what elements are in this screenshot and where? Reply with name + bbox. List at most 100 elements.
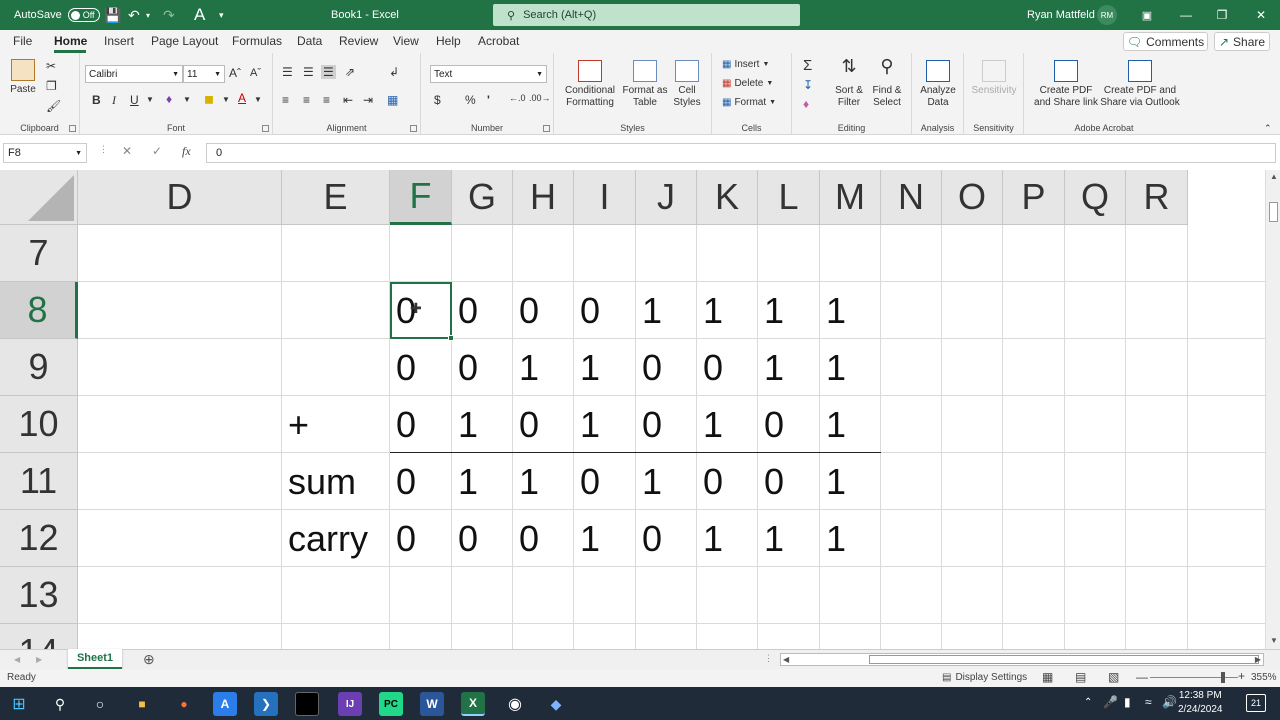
- bold-icon[interactable]: B: [92, 93, 101, 107]
- font-size-select[interactable]: 11 ▼: [183, 65, 225, 83]
- wifi-icon[interactable]: ≈: [1145, 695, 1152, 709]
- scroll-right-icon[interactable]: ▶: [1255, 655, 1261, 664]
- tray-overflow-icon[interactable]: ⌃: [1084, 697, 1092, 708]
- clear-icon[interactable]: ♦: [803, 97, 809, 111]
- column-header-l[interactable]: L: [758, 170, 820, 225]
- cell-h9[interactable]: 1: [513, 339, 574, 396]
- borders-icon[interactable]: ♦: [166, 92, 172, 106]
- cell-k12[interactable]: 1: [697, 510, 758, 567]
- intellij-icon[interactable]: IJ: [338, 692, 362, 716]
- fill-icon[interactable]: ↧: [803, 78, 813, 92]
- undo-icon[interactable]: ↶: [128, 0, 140, 30]
- create-pdf-outlook-button[interactable]: Create PDF and Share via Outlook: [1100, 60, 1180, 109]
- vertical-scrollbar[interactable]: ▲ ▼: [1265, 170, 1280, 649]
- cell-j11[interactable]: 1: [636, 453, 697, 510]
- page-break-view-icon[interactable]: ▧: [1108, 670, 1119, 684]
- delete-cells-button[interactable]: ▦ Delete ▼: [722, 78, 773, 89]
- align-center-icon[interactable]: ≡: [303, 93, 310, 107]
- column-header-i[interactable]: I: [574, 170, 636, 225]
- cell-h10[interactable]: 0: [513, 396, 574, 453]
- find-select-button[interactable]: ⚲ Find & Select: [868, 57, 906, 109]
- normal-view-icon[interactable]: ▦: [1042, 670, 1053, 684]
- zoom-level[interactable]: 355%: [1251, 672, 1277, 683]
- microphone-icon[interactable]: 🎤: [1103, 695, 1118, 709]
- tab-splitter-icon[interactable]: ⋮: [764, 653, 773, 664]
- tab-review[interactable]: Review: [339, 34, 378, 48]
- ribbon-display-icon[interactable]: ▣: [1129, 0, 1165, 30]
- cell-g9[interactable]: 0: [452, 339, 513, 396]
- tab-home[interactable]: Home: [54, 34, 87, 48]
- cell-styles-button[interactable]: Cell Styles: [668, 60, 706, 109]
- comma-icon[interactable]: ʹ: [487, 93, 490, 107]
- cell-h8[interactable]: 0: [513, 282, 574, 339]
- formula-input[interactable]: 0: [206, 143, 1276, 163]
- zoom-in-icon[interactable]: +: [1238, 669, 1245, 683]
- add-sheet-icon[interactable]: ⊕: [143, 651, 155, 668]
- number-launcher-icon[interactable]: [543, 125, 550, 132]
- cell-l10[interactable]: 0: [758, 396, 820, 453]
- share-button[interactable]: ↗ Share: [1214, 32, 1270, 51]
- column-header-p[interactable]: P: [1003, 170, 1065, 225]
- notifications-icon[interactable]: 21: [1246, 694, 1266, 712]
- autosave-toggle[interactable]: AutoSave Off: [14, 0, 100, 30]
- file-explorer-icon[interactable]: ■: [130, 692, 154, 716]
- cell-l12[interactable]: 1: [758, 510, 820, 567]
- column-header-j[interactable]: J: [636, 170, 697, 225]
- column-header-h[interactable]: H: [513, 170, 574, 225]
- cell-h11[interactable]: 1: [513, 453, 574, 510]
- cut-icon[interactable]: ✂: [46, 59, 56, 73]
- horizontal-scroll-thumb[interactable]: [869, 655, 1259, 664]
- autosave-switch[interactable]: Off: [67, 8, 100, 22]
- cell-l8[interactable]: 1: [758, 282, 820, 339]
- powershell-icon[interactable]: ❯: [254, 692, 278, 716]
- underline-dropdown-icon[interactable]: ▼: [146, 95, 154, 104]
- cell-i12[interactable]: 1: [574, 510, 636, 567]
- spreadsheet-grid[interactable]: DEFGHIJKLMNOPQR 7891011121314 0000111100…: [0, 170, 1265, 649]
- comments-button[interactable]: 🗨 Comments: [1123, 32, 1208, 51]
- cell-l11[interactable]: 0: [758, 453, 820, 510]
- cell-h12[interactable]: 0: [513, 510, 574, 567]
- cell-k10[interactable]: 1: [697, 396, 758, 453]
- format-cells-button[interactable]: ▦ Format ▼: [722, 97, 776, 108]
- analyze-data-button[interactable]: Analyze Data: [917, 60, 959, 109]
- cell-k11[interactable]: 0: [697, 453, 758, 510]
- column-header-m[interactable]: M: [820, 170, 881, 225]
- tab-insert[interactable]: Insert: [104, 34, 134, 48]
- redo-icon[interactable]: ↷: [163, 0, 175, 30]
- increase-indent-icon[interactable]: ⇥: [363, 93, 373, 107]
- cell-l9[interactable]: 1: [758, 339, 820, 396]
- word-icon[interactable]: W: [420, 692, 444, 716]
- vertical-scroll-thumb[interactable]: [1269, 202, 1278, 222]
- display-settings-button[interactable]: ▤ Display Settings: [942, 672, 1027, 683]
- conditional-formatting-button[interactable]: Conditional Formatting: [559, 60, 621, 109]
- scroll-left-icon[interactable]: ◀: [783, 655, 789, 664]
- cell-m8[interactable]: 1: [820, 282, 881, 339]
- tab-help[interactable]: Help: [436, 34, 461, 48]
- cell-g11[interactable]: 1: [452, 453, 513, 510]
- page-layout-view-icon[interactable]: ▤: [1075, 670, 1086, 684]
- app-tb-icon[interactable]: ◆: [544, 692, 568, 716]
- next-sheet-icon[interactable]: ▶: [36, 655, 42, 664]
- increase-decimal-icon[interactable]: ←.0: [509, 93, 526, 103]
- cell-f12[interactable]: 0: [390, 510, 452, 567]
- cell-g12[interactable]: 0: [452, 510, 513, 567]
- format-as-table-button[interactable]: Format as Table: [622, 60, 668, 109]
- cell-i9[interactable]: 1: [574, 339, 636, 396]
- percent-icon[interactable]: %: [465, 93, 476, 107]
- close-icon[interactable]: ✕: [1243, 0, 1279, 30]
- cell-e12[interactable]: carry: [282, 510, 390, 567]
- tab-data[interactable]: Data: [297, 34, 322, 48]
- column-header-o[interactable]: O: [942, 170, 1003, 225]
- cell-i8[interactable]: 0: [574, 282, 636, 339]
- tab-page-layout[interactable]: Page Layout: [151, 34, 218, 48]
- borders-dropdown-icon[interactable]: ▼: [183, 95, 191, 104]
- row-header-8[interactable]: 8: [0, 282, 78, 339]
- autosum-icon[interactable]: Σ: [803, 57, 812, 74]
- row-header-11[interactable]: 11: [0, 453, 78, 510]
- column-header-d[interactable]: D: [78, 170, 282, 225]
- cell-k9[interactable]: 0: [697, 339, 758, 396]
- row-header-7[interactable]: 7: [0, 225, 78, 282]
- wrap-text-icon[interactable]: ↲: [389, 65, 399, 79]
- cell-m9[interactable]: 1: [820, 339, 881, 396]
- horizontal-scrollbar[interactable]: ◀ ▶: [780, 653, 1264, 666]
